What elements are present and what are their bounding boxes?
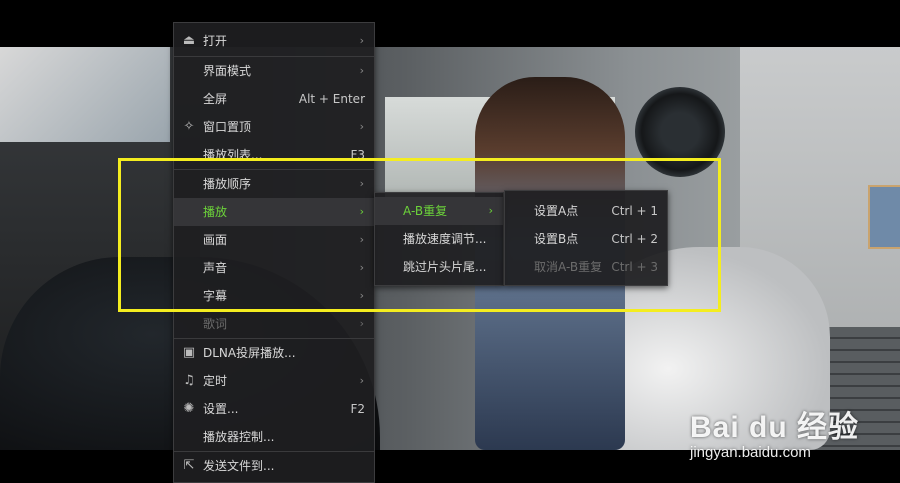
menu-item-player-control[interactable]: 播放器控制... [174,423,374,451]
menu-item-open[interactable]: ⏏ 打开 › [174,27,374,55]
menu-item-lyrics: 歌词 › [174,310,374,338]
play-submenu: A-B重复 › 播放速度调节... 跳过片头片尾... [374,192,504,286]
menu-item-play[interactable]: 播放 › [174,198,374,226]
watermark-logo: Bai du 经验 [690,411,860,444]
submenu-item-cancel-ab: 取消A-B重复 Ctrl + 3 [534,260,658,274]
submenu-item-speed[interactable]: 播放速度调节... [375,225,503,253]
watermark-url: jingyan.baidu.com [690,444,811,461]
chevron-right-icon: › [488,204,493,217]
chevron-right-icon: › [359,34,364,47]
menu-item-playlist[interactable]: 播放列表... F3 [174,141,374,169]
video-poster [0,47,170,142]
eject-icon: ⏏ [182,33,196,48]
menu-item-play-order[interactable]: 播放顺序 › [174,170,374,198]
bell-icon: ♫ [183,373,195,388]
chevron-right-icon: › [359,317,364,330]
menu-item-settings[interactable]: ✺ 设置... F2 [174,395,374,423]
context-menu: ⏏ 打开 › 界面模式 › 全屏 Alt + Enter ✧ 窗口置顶 › 播放… [173,22,375,483]
video-picture-frame [868,185,900,249]
menu-item-always-on-top[interactable]: ✧ 窗口置顶 › [174,113,374,141]
video-hose-reel [635,87,725,177]
submenu-item-skip-intro[interactable]: 跳过片头片尾... [375,253,503,281]
chevron-right-icon: › [359,233,364,246]
ab-repeat-submenu: 设置A点 Ctrl + 1 设置B点 Ctrl + 2 取消A-B重复 Ctrl… [504,190,668,286]
baidu-watermark: Bai du 经验 jingyan.baidu.com [690,402,859,461]
chevron-right-icon: › [359,261,364,274]
send-icon: ⇱ [183,458,195,473]
submenu-item-set-b[interactable]: 设置B点 Ctrl + 2 [505,225,667,253]
gear-icon: ✺ [183,401,195,416]
menu-item-fullscreen[interactable]: 全屏 Alt + Enter [174,85,374,113]
chevron-right-icon: › [359,289,364,302]
tv-icon: ▣ [182,345,196,360]
chevron-right-icon: › [359,177,364,190]
chevron-right-icon: › [359,64,364,77]
menu-item-dlna[interactable]: ▣ DLNA投屏播放... [174,339,374,367]
chevron-right-icon: › [359,205,364,218]
chevron-right-icon: › [359,374,364,387]
menu-item-picture[interactable]: 画面 › [174,226,374,254]
menu-item-subtitle[interactable]: 字幕 › [174,282,374,310]
submenu-item-set-a[interactable]: 设置A点 Ctrl + 1 [505,197,667,225]
menu-item-audio[interactable]: 声音 › [174,254,374,282]
chevron-right-icon: › [359,120,364,133]
menu-item-interface-mode[interactable]: 界面模式 › [174,57,374,85]
menu-item-timer[interactable]: ♫ 定时 › [174,367,374,395]
menu-item-send-file[interactable]: ⇱ 发送文件到... [174,452,374,480]
pin-icon: ✧ [183,119,195,134]
submenu-item-ab-repeat[interactable]: A-B重复 › [375,197,503,225]
